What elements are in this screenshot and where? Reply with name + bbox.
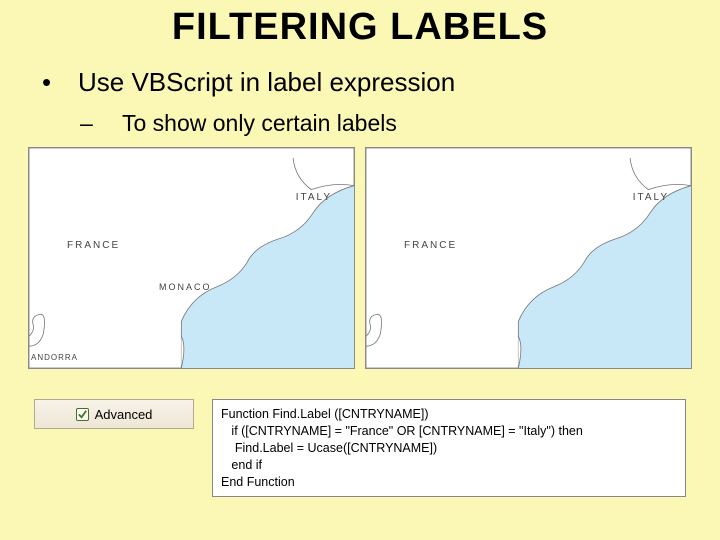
bottom-row: Advanced Function Find.Label ([CNTRYNAME… bbox=[0, 369, 720, 497]
map-left: ITALY FRANCE MONACO ANDORRA bbox=[28, 147, 355, 369]
label-andorra: ANDORRA bbox=[31, 353, 78, 362]
bullet-dash: – bbox=[80, 110, 122, 137]
advanced-label: Advanced bbox=[95, 407, 153, 422]
code-box: Function Find.Label ([CNTRYNAME]) if ([C… bbox=[212, 399, 686, 497]
label-france: FRANCE bbox=[404, 240, 457, 251]
bullet-1-text: Use VBScript in label expression bbox=[78, 67, 455, 97]
label-italy: ITALY bbox=[296, 192, 332, 203]
map-left-svg bbox=[29, 148, 354, 368]
code-line-4: end if bbox=[221, 458, 262, 472]
advanced-checkbox[interactable] bbox=[76, 408, 89, 421]
map-right-svg bbox=[366, 148, 691, 368]
advanced-checkbox-panel[interactable]: Advanced bbox=[34, 399, 194, 429]
code-line-3: Find.Label = Ucase([CNTRYNAME]) bbox=[221, 441, 437, 455]
map-row: ITALY FRANCE MONACO ANDORRA ITALY FRANCE bbox=[0, 147, 720, 369]
bullet-level-2: –To show only certain labels bbox=[0, 106, 720, 147]
bullet-dot: • bbox=[42, 67, 78, 98]
label-france: FRANCE bbox=[67, 240, 120, 251]
code-line-2: if ([CNTRYNAME] = "France" OR [CNTRYNAME… bbox=[221, 424, 583, 438]
checkmark-icon bbox=[77, 409, 88, 420]
map-right: ITALY FRANCE bbox=[365, 147, 692, 369]
bullet-level-1: •Use VBScript in label expression bbox=[0, 49, 720, 106]
page-title: FILTERING LABELS bbox=[0, 0, 720, 49]
code-line-1: Function Find.Label ([CNTRYNAME]) bbox=[221, 407, 428, 421]
label-italy: ITALY bbox=[633, 192, 669, 203]
label-monaco: MONACO bbox=[159, 282, 212, 292]
code-line-5: End Function bbox=[221, 475, 295, 489]
bullet-2-text: To show only certain labels bbox=[122, 110, 397, 136]
